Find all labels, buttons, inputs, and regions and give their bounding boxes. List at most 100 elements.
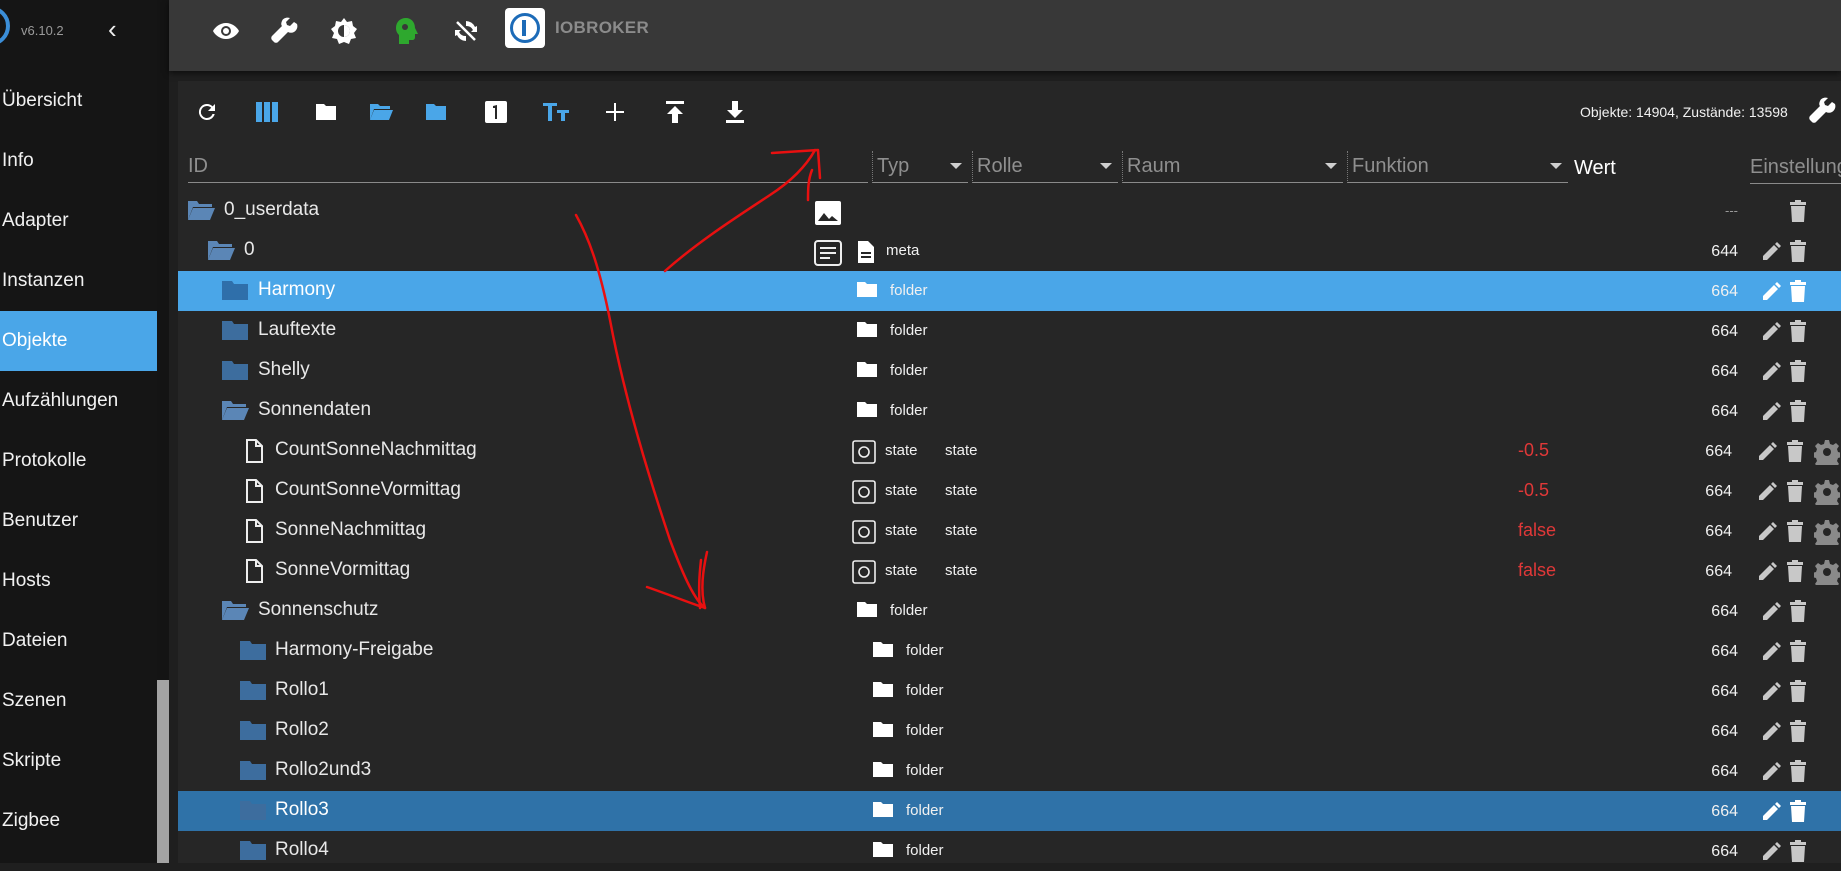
object-value[interactable]: -0.5 [1518, 480, 1549, 501]
sidebar-scrollbar[interactable] [157, 0, 169, 863]
expert-mode-icon[interactable] [391, 14, 421, 48]
table-row[interactable]: Harmony folder 664 [178, 271, 1841, 311]
delete-icon[interactable] [1788, 639, 1808, 668]
edit-icon[interactable] [1760, 359, 1784, 388]
object-value[interactable]: false [1518, 520, 1556, 541]
edit-icon[interactable] [1756, 519, 1780, 548]
delete-icon[interactable] [1785, 559, 1805, 588]
text-size-icon[interactable] [539, 97, 573, 127]
delete-icon[interactable] [1788, 359, 1808, 388]
edit-icon[interactable] [1760, 239, 1784, 268]
folder-icon-blue[interactable] [419, 97, 453, 127]
add-icon[interactable] [598, 97, 632, 127]
table-row[interactable]: Harmony-Freigabe folder 664 [178, 631, 1841, 671]
delete-icon[interactable] [1788, 239, 1808, 268]
edit-icon[interactable] [1760, 639, 1784, 668]
table-row[interactable]: Rollo3 folder 664 [178, 791, 1841, 831]
table-row[interactable]: Rollo2und3 folder 664 [178, 751, 1841, 791]
table-row[interactable]: Rollo1 folder 664 [178, 671, 1841, 711]
edit-icon[interactable] [1760, 719, 1784, 748]
settings-wrench-icon[interactable] [1808, 97, 1836, 132]
funktion-filter-select[interactable]: Funktion [1347, 151, 1568, 183]
object-role: state [945, 482, 978, 499]
table-row[interactable]: Rollo2 folder 664 [178, 711, 1841, 751]
edit-icon[interactable] [1760, 399, 1784, 428]
object-value[interactable]: -0.5 [1518, 440, 1549, 461]
table-row[interactable]: SonneVormittag state state false 664 [178, 551, 1841, 591]
sync-icon[interactable] [451, 14, 481, 48]
sidebar-item[interactable]: Objekte [0, 311, 157, 371]
edit-icon[interactable] [1756, 559, 1780, 588]
delete-icon[interactable] [1788, 599, 1808, 628]
edit-icon[interactable] [1756, 439, 1780, 468]
table-row[interactable]: 0 meta 644 [178, 231, 1841, 271]
sidebar-item[interactable]: Instanzen [0, 251, 157, 311]
table-row[interactable]: CountSonneVormittag state state -0.5 664 [178, 471, 1841, 511]
sidebar-item[interactable]: Übersicht [0, 71, 157, 131]
edit-icon[interactable] [1760, 799, 1784, 828]
edit-icon[interactable] [1760, 679, 1784, 708]
sidebar-item[interactable]: Info [0, 131, 157, 191]
folder-icon[interactable] [309, 97, 343, 127]
sidebar-item[interactable]: Zigbee [0, 791, 157, 851]
edit-icon[interactable] [1760, 599, 1784, 628]
chevron-left-icon[interactable]: ‹ [108, 16, 117, 42]
image-icon[interactable] [814, 200, 842, 231]
edit-icon[interactable] [1760, 759, 1784, 788]
delete-icon[interactable] [1788, 839, 1808, 868]
edit-icon[interactable] [1760, 319, 1784, 348]
gear-icon[interactable] [1812, 439, 1841, 470]
sidebar-item[interactable]: Protokolle [0, 431, 157, 491]
wrench-icon[interactable] [269, 14, 299, 48]
edit-icon[interactable] [1760, 839, 1784, 868]
edit-icon[interactable] [1756, 479, 1780, 508]
sidebar-item[interactable]: Hosts [0, 551, 157, 611]
table-row[interactable]: Sonnendaten folder 664 [178, 391, 1841, 431]
sidebar-item[interactable]: Aufzählungen [0, 371, 157, 431]
delete-icon[interactable] [1788, 279, 1808, 308]
eye-icon[interactable] [211, 14, 241, 48]
sidebar-item[interactable]: Skripte [0, 731, 157, 791]
list-icon[interactable] [814, 240, 842, 271]
table-row[interactable]: CountSonneNachmittag state state -0.5 664 [178, 431, 1841, 471]
table-row[interactable]: Shelly folder 664 [178, 351, 1841, 391]
delete-icon[interactable] [1788, 399, 1808, 428]
table-row[interactable]: 0_userdata --- [178, 191, 1841, 231]
delete-icon[interactable] [1788, 679, 1808, 708]
theme-icon[interactable] [329, 14, 359, 48]
table-row[interactable]: Sonnenschutz folder 664 [178, 591, 1841, 631]
delete-icon[interactable] [1785, 479, 1805, 508]
table-row[interactable]: Rollo4 folder 664 [178, 831, 1841, 871]
delete-icon[interactable] [1788, 319, 1808, 348]
sidebar-item[interactable]: Szenen [0, 671, 157, 731]
columns-icon[interactable] [250, 97, 284, 127]
table-row[interactable]: SonneNachmittag state state false 664 [178, 511, 1841, 551]
rolle-filter-select[interactable]: Rolle [972, 151, 1118, 183]
sidebar-item-label: Übersicht [2, 90, 83, 111]
raum-filter-select[interactable]: Raum [1122, 151, 1343, 183]
table-row[interactable]: Lauftexte folder 664 [178, 311, 1841, 351]
delete-icon[interactable] [1788, 719, 1808, 748]
delete-icon[interactable] [1785, 439, 1805, 468]
edit-icon[interactable] [1760, 279, 1784, 308]
sidebar-item[interactable]: Dateien [0, 611, 157, 671]
number-icon[interactable] [479, 97, 513, 127]
scrollbar-thumb[interactable] [157, 680, 169, 863]
upload-icon[interactable] [658, 97, 692, 127]
download-icon[interactable] [718, 97, 752, 127]
delete-icon[interactable] [1788, 799, 1808, 828]
folder-open-icon[interactable] [364, 97, 398, 127]
delete-icon[interactable] [1788, 199, 1808, 228]
gear-icon[interactable] [1812, 519, 1841, 550]
refresh-icon[interactable] [190, 97, 224, 127]
sidebar-item[interactable]: Benutzer [0, 491, 157, 551]
gear-icon[interactable] [1812, 559, 1841, 590]
gear-icon[interactable] [1812, 479, 1841, 510]
object-type: folder [906, 682, 944, 699]
object-value[interactable]: false [1518, 560, 1556, 581]
id-filter-input[interactable]: ID [188, 151, 868, 183]
sidebar-item[interactable]: Adapter [0, 191, 157, 251]
typ-filter-select[interactable]: Typ [872, 151, 968, 183]
delete-icon[interactable] [1785, 519, 1805, 548]
delete-icon[interactable] [1788, 759, 1808, 788]
